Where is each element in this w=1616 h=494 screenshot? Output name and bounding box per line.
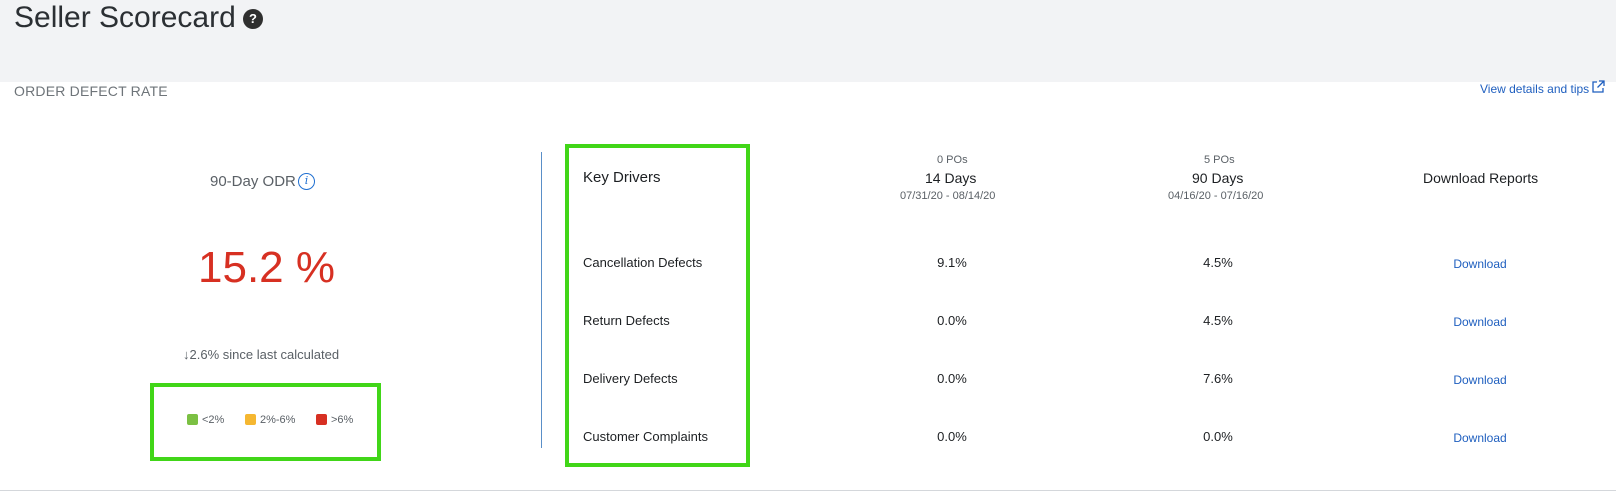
page-header (0, 0, 1616, 82)
col-14-range: 07/31/20 - 08/14/20 (900, 190, 996, 202)
odr-change-text: 2.6% since last calculated (189, 347, 340, 362)
col-14-period: 14 Days (925, 170, 977, 186)
download-reports-header: Download Reports (1423, 170, 1539, 186)
cell-complaints-14d: 0.0% (937, 429, 967, 444)
legend-label: <2% (202, 414, 225, 426)
cell-return-14d: 0.0% (937, 313, 967, 328)
col-90-pos: 5 POs (1204, 154, 1235, 166)
legend-swatch-red (316, 414, 327, 425)
cell-delivery-14d: 0.0% (937, 371, 967, 386)
legend-item-high: >6% (316, 413, 353, 427)
view-details-link[interactable]: View details and tips (1480, 80, 1589, 98)
download-delivery-link[interactable]: Download (1420, 372, 1540, 388)
odr-value: 15.2 % (198, 243, 335, 292)
col-14-pos: 0 POs (937, 154, 968, 166)
legend-label: >6% (331, 414, 354, 426)
info-icon[interactable]: i (298, 173, 315, 190)
cell-delivery-90d: 7.6% (1203, 371, 1233, 386)
legend-item-medium: 2%-6% (245, 413, 295, 427)
key-drivers-highlight-box (565, 144, 750, 467)
key-drivers-header: Key Drivers (583, 169, 661, 186)
row-label-complaints: Customer Complaints (583, 429, 708, 444)
row-label-cancellation: Cancellation Defects (583, 255, 703, 270)
cell-return-90d: 4.5% (1203, 313, 1233, 328)
row-label-return: Return Defects (583, 313, 670, 328)
cell-complaints-90d: 0.0% (1203, 429, 1233, 444)
cell-cancellation-14d: 9.1% (937, 255, 967, 270)
legend-item-low: <2% (187, 413, 224, 427)
odr-label: 90-Day ODR (210, 173, 296, 190)
row-label-delivery: Delivery Defects (583, 371, 678, 386)
legend-swatch-yellow (245, 414, 256, 425)
download-cancellation-link[interactable]: Download (1420, 256, 1540, 272)
legend-swatch-green (187, 414, 198, 425)
col-90-range: 04/16/20 - 07/16/20 (1168, 190, 1264, 202)
legend-label: 2%-6% (260, 414, 296, 426)
cell-cancellation-90d: 4.5% (1203, 255, 1233, 270)
download-complaints-link[interactable]: Download (1420, 430, 1540, 446)
download-return-link[interactable]: Download (1420, 314, 1540, 330)
vertical-divider (541, 152, 542, 448)
section-title: ORDER DEFECT RATE (14, 83, 168, 99)
col-90-period: 90 Days (1192, 170, 1244, 186)
odr-change: ↓2.6% since last calculated (183, 346, 339, 364)
question-circle-icon[interactable]: ? (243, 9, 263, 29)
page-title: Seller Scorecard (14, 1, 236, 34)
external-link-icon[interactable] (1591, 80, 1605, 94)
